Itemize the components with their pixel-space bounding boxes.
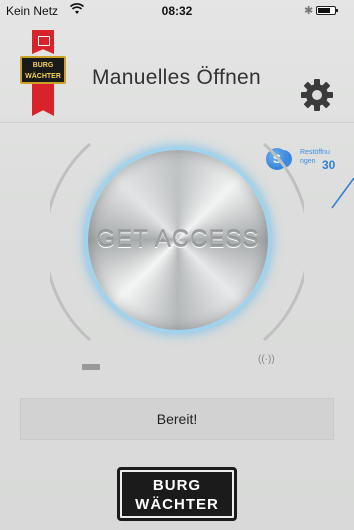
brand-ribbon-icon xyxy=(32,84,54,116)
get-access-label: GET ACCESS xyxy=(96,226,260,253)
brand-logo-line2: WÄCHTER xyxy=(135,496,219,513)
dial-area: GET ACCESS ((·)) xyxy=(0,140,354,390)
bluetooth-icon: ✱ xyxy=(304,5,314,17)
brand-logo: BURG WÄCHTER xyxy=(117,467,237,521)
brand-flag-icon xyxy=(32,30,54,54)
status-bar: Kein Netz 08:32 ✱ xyxy=(0,0,354,22)
battery-icon xyxy=(316,6,338,15)
gear-icon[interactable] xyxy=(300,78,334,112)
page-title: Manuelles Öffnen xyxy=(92,66,262,89)
battery-level-icon xyxy=(82,364,100,370)
clock: 08:32 xyxy=(161,4,193,18)
get-access-button[interactable]: GET ACCESS xyxy=(88,150,268,330)
divider xyxy=(0,122,354,123)
brand-logo-small: BURG WÄCHTER xyxy=(20,56,66,84)
status-text: Bereit! xyxy=(156,411,198,427)
status-panel: Bereit! xyxy=(20,398,334,440)
signal-icon: ((·)) xyxy=(258,354,275,365)
header: BURG WÄCHTER Manuelles Öffnen xyxy=(0,22,354,120)
brand-logo-line1: BURG xyxy=(152,477,202,494)
